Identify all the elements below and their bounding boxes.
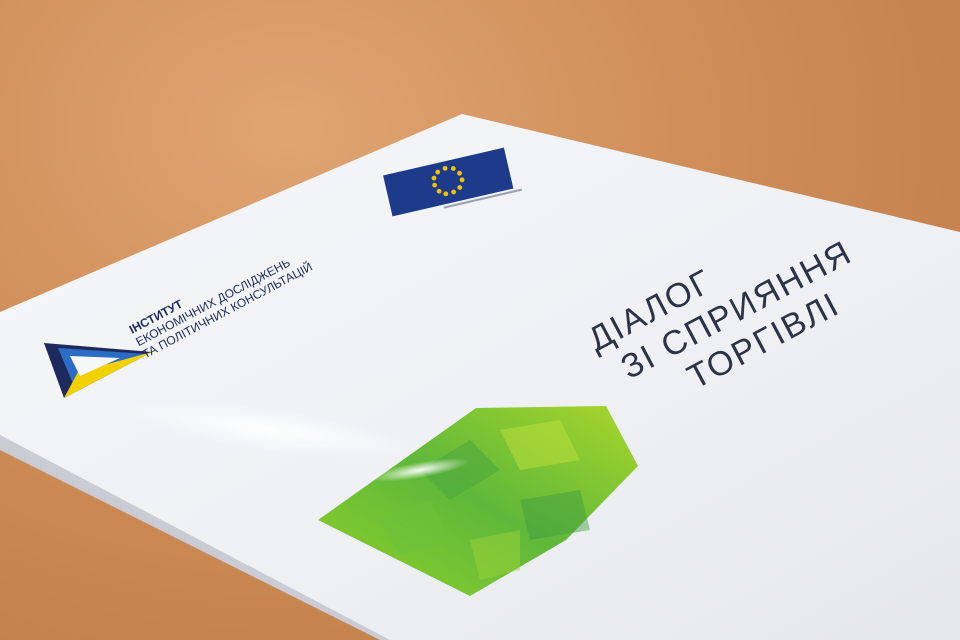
photo-scene: ІНСТИТУТ ЕКОНОМІЧНИХ ДОСЛІДЖЕНЬ ТА ПОЛІТ… xyxy=(0,0,960,640)
